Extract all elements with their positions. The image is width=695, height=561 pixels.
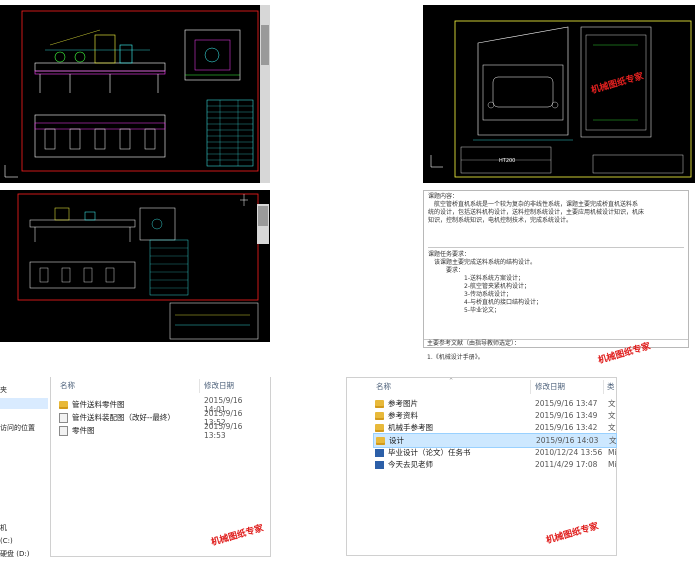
task-document: 课题内容： 航空管桥直机系统是一个较为复杂的非线性系统，课题主要完成桥直机送料系…: [423, 190, 689, 348]
cad-title-text: HT200: [499, 158, 516, 164]
file-date: 2015/9/16 13:42: [535, 423, 598, 432]
file-name: 设计: [389, 436, 404, 445]
file-date: 2010/12/24 13:56: [535, 448, 603, 457]
folder-icon: [59, 400, 68, 409]
file-name: 零件图: [72, 426, 95, 435]
file-name: 管件送料装配图（改好--最终）: [72, 413, 175, 422]
column-header-date[interactable]: 修改日期: [204, 377, 234, 394]
column-header-date[interactable]: 修改日期: [535, 378, 565, 395]
file-type: 文: [608, 423, 616, 432]
file-icon: [59, 412, 68, 423]
cad-viewport-top-right[interactable]: HT200: [423, 5, 695, 183]
sidebar-selected[interactable]: [0, 398, 48, 409]
doc-section1-line1: 航空管桥直机系统是一个较为复杂的非线性系统，课题主要完成桥直机送料系: [434, 201, 639, 208]
column-header-name[interactable]: 名称: [376, 378, 391, 395]
word-doc-icon: [375, 460, 384, 469]
doc-section2-sub: 要求：: [446, 267, 465, 274]
file-type: Mi: [608, 448, 617, 457]
file-date: 2015/9/16 13:47: [535, 399, 598, 408]
sidebar-item-favorites[interactable]: 夹: [0, 385, 7, 395]
file-date: 2015/9/16 13:49: [535, 411, 598, 420]
doc-section1-line3: 知识，控制系统知识，电机控制技术，完成系统设计。: [428, 217, 573, 224]
cad-viewport-mid-left[interactable]: [0, 190, 270, 342]
doc-req-1: 1-送料系统方案设计；: [464, 275, 524, 282]
file-row[interactable]: 今天去见老师 2011/4/29 17:08 Mi: [375, 458, 617, 471]
file-row[interactable]: 零件图 2015/9/16 13:53: [59, 421, 264, 440]
file-name: 参考资料: [388, 411, 418, 420]
doc-section2-intro: 该课题主要完成送料系统的结构设计。: [434, 259, 537, 266]
column-header-type[interactable]: 类: [607, 378, 615, 395]
sidebar-item-computer[interactable]: 机: [0, 523, 7, 533]
sidebar-item-drive-c[interactable]: (C:): [0, 537, 13, 545]
doc-section1-line2: 统的设计，包括送料机构设计，送料控制系统设计，主要应用机械设计知识，机床: [428, 209, 645, 216]
file-name: 毕业设计（论文）任务书: [388, 448, 471, 457]
doc-section2-title: 课题任务要求：: [428, 251, 471, 258]
file-name: 参考图片: [388, 399, 418, 408]
file-icon: [59, 425, 68, 436]
doc-ref-1: 1.《机械设计手册》。: [427, 354, 484, 361]
column-header-name[interactable]: 名称: [60, 377, 75, 394]
folder-icon: [375, 411, 384, 420]
doc-req-2: 2-航空管夹紧机构设计；: [464, 283, 530, 290]
sidebar-item-drive-d[interactable]: 硬盘 (D:): [0, 549, 29, 559]
file-type: 文: [608, 399, 616, 408]
sidebar-item-recent[interactable]: 访问的位置: [0, 423, 35, 433]
file-type: 文: [608, 411, 616, 420]
doc-req-3: 3-传动系统设计；: [464, 291, 512, 298]
sort-chevron-icon: ^: [449, 378, 454, 384]
nav-pane-left: 夹 访问的位置 机 (C:) 硬盘 (D:): [0, 377, 48, 561]
folder-icon: [375, 399, 384, 408]
doc-req-5: 5-毕业论文；: [464, 307, 500, 314]
cad-drawing-assembly: [4, 10, 259, 178]
folder-icon: [376, 436, 385, 445]
folder-icon: [375, 423, 384, 432]
file-date: 2015/9/16 13:53: [204, 421, 243, 440]
cad-viewport-top-left[interactable]: [0, 5, 270, 183]
file-date: 2015/9/16 14:03: [536, 436, 599, 445]
file-type: Mi: [608, 460, 617, 469]
file-name: 今天去见老师: [388, 460, 433, 469]
file-name: 机械手参考图: [388, 423, 433, 432]
cad-drawing-assembly-2: [17, 193, 259, 340]
file-name: 管件送料零件图: [72, 400, 125, 409]
file-date: 2011/4/29 17:08: [535, 460, 598, 469]
doc-req-4: 4-与桥直机的接口结构设计；: [464, 299, 542, 306]
doc-section1-title: 课题内容：: [428, 193, 459, 200]
word-doc-icon: [375, 448, 384, 457]
file-type: 文: [609, 436, 617, 445]
cad-drawing-part: [430, 20, 692, 178]
cad-scrollbar-2[interactable]: [257, 204, 269, 244]
cad-scrollbar[interactable]: [260, 5, 270, 183]
